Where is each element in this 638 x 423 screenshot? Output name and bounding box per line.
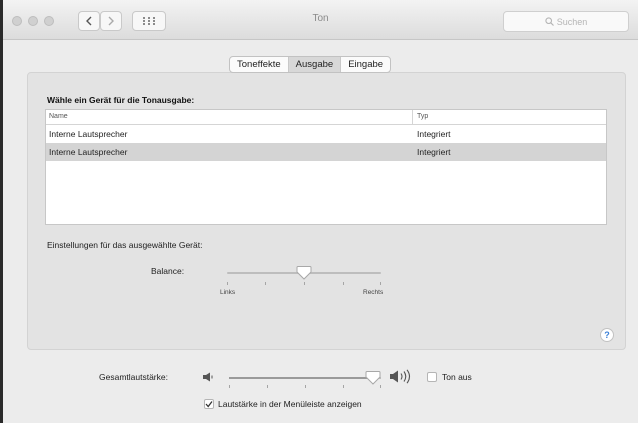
balance-label: Balance: [151,266,185,276]
checkmark-icon [205,401,213,408]
search-placeholder: Suchen [556,16,588,27]
column-header-type[interactable]: Typ [413,110,428,124]
table-header: Name Typ [46,110,606,125]
segmented-tabs: Toneffekte Ausgabe Eingabe [229,56,392,73]
volume-tick [267,385,268,388]
search-field[interactable]: Suchen [503,11,629,32]
table-row[interactable]: Interne Lautsprecher Integriert [46,125,606,143]
volume-tick [380,385,381,388]
output-device-table: Name Typ Interne Lautsprecher Integriert… [45,109,607,225]
balance-right-label: Rechts [363,289,384,296]
speaker-low-icon [203,372,213,382]
help-button[interactable]: ? [600,328,614,342]
speaker-high-icon [390,369,411,384]
search-icon [545,17,554,26]
column-header-name[interactable]: Name [46,110,413,124]
device-settings-label: Einstellungen für das ausgewählte Gerät: [47,240,203,250]
output-volume-label: Gesamtlautstärke: [99,372,168,382]
output-device-heading: Wähle ein Gerät für die Tonausgabe: [47,95,195,105]
show-volume-in-menubar-checkbox[interactable] [204,399,214,409]
title-bar: Ton Suchen [3,0,638,40]
balance-tick [227,282,228,285]
balance-left-label: Links [220,289,236,296]
tab-ausgabe[interactable]: Ausgabe [288,57,342,72]
balance-tick [380,282,381,285]
volume-slider-fill [229,377,369,379]
device-type: Integriert [417,147,451,157]
tab-eingabe[interactable]: Eingabe [341,57,390,72]
mute-label: Ton aus [442,372,472,382]
show-volume-in-menubar-label: Lautstärke in der Menüleiste anzeigen [218,399,362,409]
mute-checkbox[interactable] [427,372,437,382]
sound-preferences-window: Ton Suchen Toneffekte Ausgabe Eingabe Wä… [0,0,638,423]
device-type: Integriert [417,129,451,139]
table-row-selected[interactable]: Interne Lautsprecher Integriert [46,143,606,161]
volume-slider-thumb[interactable] [365,370,381,385]
tab-toneffekte[interactable]: Toneffekte [230,57,289,72]
volume-tick [305,385,306,388]
balance-tick [304,282,305,285]
balance-tick [343,282,344,285]
device-name: Interne Lautsprecher [49,129,128,139]
balance-tick [265,282,266,285]
balance-slider-thumb[interactable] [296,265,312,280]
device-name: Interne Lautsprecher [49,147,128,157]
volume-tick [229,385,230,388]
volume-tick [343,385,344,388]
